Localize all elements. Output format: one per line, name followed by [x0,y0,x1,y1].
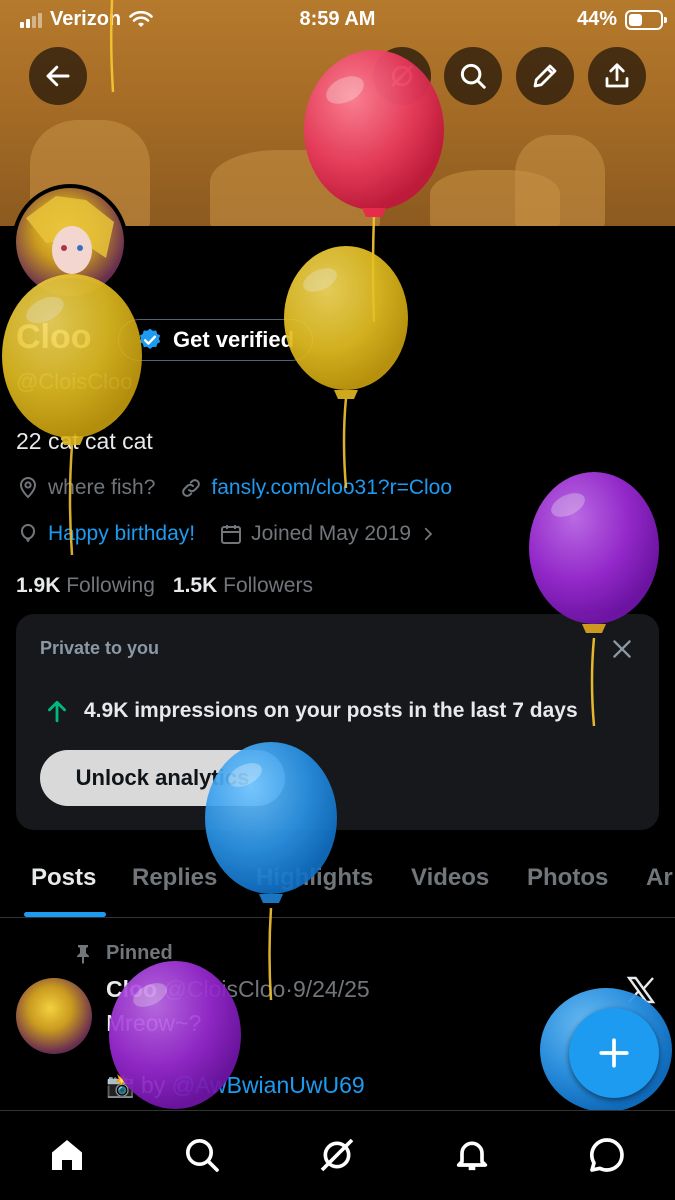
profile-tabs: Posts Replies Highlights Videos Photos A… [0,856,675,918]
search-button[interactable] [444,47,502,105]
profile-link[interactable]: fansly.com/cloo31?r=Cloo [179,476,452,500]
post-header: Cloo @CloisCloo·9/24/25 [106,976,370,1003]
followers-count: 1.5K [172,574,218,597]
joined-text: Joined May 2019 [251,522,412,545]
status-time: 8:59 AM [299,8,376,30]
grok-icon [391,65,413,87]
messages-icon[interactable] [587,1135,627,1175]
pinned-label: Pinned [106,942,173,964]
status-bar: Verizon 8:59 AM 44% [0,0,675,40]
balloon-icon [21,523,35,542]
tab-videos[interactable]: Videos [411,864,489,892]
battery-icon [625,9,667,30]
following-label: Following [66,574,155,597]
post-handle: @CloisCloo [163,976,286,1002]
private-analytics-card: Private to you 4.9K impressions on your … [16,614,659,830]
post-separator: · [285,976,293,1002]
profile-bio: 22 cat cat cat [16,428,153,454]
yellow-balloon-center [284,246,408,489]
credit-prefix: 📸 by [106,1072,172,1098]
follow-counts: 1.9K Following 1.5K Followers [16,574,313,598]
share-icon [605,63,629,88]
search-icon [460,63,486,89]
followers-link[interactable]: 1.5K Followers [173,574,313,598]
pencil-icon [533,64,557,88]
following-count: 1.9K [16,574,61,597]
profile-meta-row-2: Happy birthday! Joined May 2019 [16,522,461,546]
calendar-icon [221,525,242,544]
private-card-title: Private to you [40,638,160,658]
location-text: where fish? [48,476,156,499]
link-icon [182,479,201,497]
verified-badge-icon [139,328,161,349]
avatar-art [26,196,114,296]
grok-button[interactable] [373,47,431,105]
tab-articles[interactable]: Ar [646,864,673,892]
unlock-analytics-button[interactable]: Unlock analytics [40,750,285,806]
bell-icon[interactable] [452,1135,492,1175]
pinned-indicator: Pinned [74,942,173,965]
bottom-navigation [0,1110,675,1200]
following-link[interactable]: 1.9K Following [16,574,155,598]
tab-posts[interactable]: Posts [31,864,96,892]
impressions-text: 4.9K impressions on your posts in the la… [84,699,578,722]
profile-handle: @CloisCloo [16,369,133,394]
tab-photos[interactable]: Photos [527,864,608,892]
followers-label: Followers [223,574,313,597]
post-avatar[interactable] [16,978,92,1054]
post-date: 9/24/25 [292,976,370,1002]
birthday[interactable]: Happy birthday! [16,522,195,546]
joined-date[interactable]: Joined May 2019 [219,522,437,546]
location-pin-icon [19,477,37,499]
active-tab-indicator [24,912,106,917]
profile-meta-row-1: where fish? fansly.com/cloo31?r=Cloo [16,476,476,500]
profile-name: Cloo [16,318,92,356]
x-logo-icon [626,976,656,1004]
home-icon[interactable] [47,1135,87,1175]
search-icon[interactable] [182,1135,222,1175]
arrow-up-icon [48,700,66,723]
get-verified-button[interactable]: Get verified [118,319,314,361]
tab-replies[interactable]: Replies [132,864,217,892]
birthday-text[interactable]: Happy birthday! [48,522,195,546]
arrow-left-icon [46,65,70,87]
edit-button[interactable] [516,47,574,105]
profile-link-text[interactable]: fansly.com/cloo31?r=Cloo [211,476,452,500]
share-button[interactable] [588,47,646,105]
yellow-balloon-left [2,274,142,556]
get-verified-label: Get verified [173,327,295,352]
post-author[interactable]: Cloo [106,976,157,1002]
plus-icon [599,1038,629,1068]
location: where fish? [16,476,155,500]
back-button[interactable] [29,47,87,105]
credit-handle[interactable]: @AwBwianUwU69 [172,1072,365,1098]
battery: 44% [576,8,667,31]
grok-icon[interactable] [317,1135,357,1175]
impressions-row: 4.9K impressions on your posts in the la… [44,698,578,724]
post-text: Mreow~? [106,1010,202,1036]
battery-percent: 44% [576,8,617,30]
tab-highlights[interactable]: Highlights [256,864,373,892]
pinned-post[interactable]: Pinned Cloo @CloisCloo·9/24/25 Mreow~? 📸… [0,920,675,1110]
close-icon[interactable] [609,636,635,662]
pin-icon [77,944,89,964]
chevron-right-icon [424,527,433,541]
profile-avatar[interactable] [12,184,128,300]
compose-post-button[interactable] [569,1008,659,1098]
post-credit: 📸 by @AwBwianUwU69 [106,1072,365,1099]
